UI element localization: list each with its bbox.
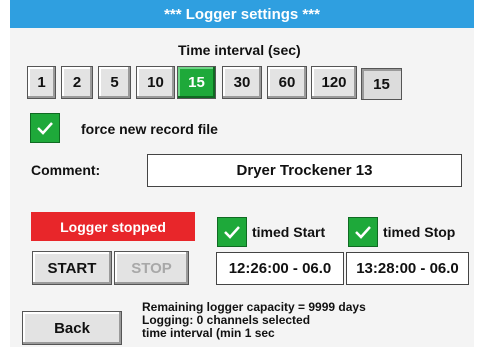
timed-start-label: timed Start xyxy=(252,224,326,240)
interval-button-30[interactable]: 30 xyxy=(222,66,262,99)
checkmark-icon xyxy=(224,226,240,239)
timed-start-field[interactable]: 12:26:00 - 06.0 xyxy=(216,252,344,285)
comment-value: Dryer Trockener 13 xyxy=(236,162,373,179)
interval-button-1[interactable]: 1 xyxy=(27,66,56,99)
interval-label: 1 xyxy=(37,74,46,91)
interval-label: 10 xyxy=(147,74,164,91)
time-interval-label: Time interval (sec) xyxy=(178,42,301,58)
checkmark-icon xyxy=(355,226,371,239)
interval-label: 30 xyxy=(233,74,251,91)
force-new-file-label: force new record file xyxy=(81,121,218,137)
interval-label: 2 xyxy=(72,74,82,91)
interval-button-10[interactable]: 10 xyxy=(136,66,175,99)
interval-label: 120 xyxy=(321,74,347,91)
force-new-file-checkbox[interactable] xyxy=(30,113,60,143)
interval-label: 15 xyxy=(188,74,205,91)
timed-start-value: 12:26:00 - 06.0 xyxy=(228,260,332,277)
info-text: Remaining logger capacity = 9999 days Lo… xyxy=(142,301,366,340)
start-button[interactable]: START xyxy=(32,251,112,285)
page-title: *** Logger settings *** xyxy=(164,5,320,23)
timed-stop-label: timed Stop xyxy=(383,224,456,240)
interval-value: 15 xyxy=(373,75,390,93)
interval-button-60[interactable]: 60 xyxy=(267,66,307,99)
timed-stop-value: 13:28:00 - 06.0 xyxy=(356,260,459,277)
interval-button-5[interactable]: 5 xyxy=(98,66,131,99)
logger-status-badge: Logger stopped xyxy=(31,212,195,241)
logger-status-text: Logger stopped xyxy=(60,218,166,235)
stop-label: STOP xyxy=(131,259,172,277)
back-button[interactable]: Back xyxy=(22,311,122,345)
timed-stop-field[interactable]: 13:28:00 - 06.0 xyxy=(346,252,469,285)
interval-info-line: time interval (min 1 sec xyxy=(142,326,275,340)
interval-label: 5 xyxy=(110,74,119,91)
logger-settings-screen: *** Logger settings *** Time interval (s… xyxy=(10,0,474,347)
checkmark-icon xyxy=(37,122,53,135)
interval-button-15[interactable]: 15 xyxy=(177,66,216,99)
comment-label: Comment: xyxy=(31,162,101,178)
interval-current-value: 15 xyxy=(361,68,402,100)
title-bar: *** Logger settings *** xyxy=(10,0,474,28)
comment-field[interactable]: Dryer Trockener 13 xyxy=(147,154,462,187)
timed-start-checkbox[interactable] xyxy=(217,217,247,247)
stop-button[interactable]: STOP xyxy=(114,251,189,285)
timed-stop-checkbox[interactable] xyxy=(348,217,378,247)
start-label: START xyxy=(47,259,97,277)
interval-button-120[interactable]: 120 xyxy=(311,66,357,99)
back-label: Back xyxy=(54,319,90,337)
interval-label: 60 xyxy=(278,74,296,91)
interval-button-2[interactable]: 2 xyxy=(61,66,93,99)
